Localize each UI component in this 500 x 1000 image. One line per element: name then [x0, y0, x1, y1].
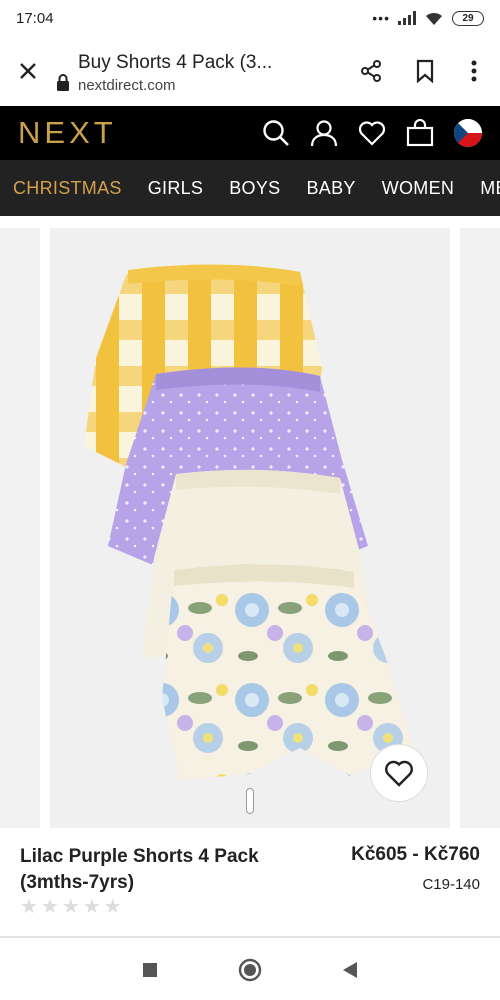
page-domain: nextdirect.com: [78, 77, 176, 94]
divider: [0, 936, 500, 938]
account-icon[interactable]: [310, 119, 338, 147]
bookmark-icon: [416, 59, 434, 83]
search-icon[interactable]: [262, 119, 290, 147]
product-image[interactable]: [50, 228, 450, 828]
heart-icon: [385, 760, 413, 787]
share-button[interactable]: [346, 43, 396, 99]
next-image-card[interactable]: [460, 228, 500, 828]
back-icon[interactable]: [342, 961, 358, 979]
nav-item-christmas[interactable]: CHRISTMAS: [0, 178, 135, 199]
product-price: Kč605 - Kč760: [351, 844, 480, 865]
site-header: NEXT: [0, 106, 500, 160]
previous-image-card[interactable]: [0, 228, 40, 828]
rating-stars: ★ ★ ★ ★ ★: [20, 894, 122, 919]
close-icon: [20, 63, 36, 79]
czech-flag-icon[interactable]: [454, 119, 482, 147]
star-icon: ★: [61, 896, 80, 918]
status-icons: ••• 29: [372, 10, 484, 26]
wifi-icon: [426, 12, 442, 25]
star-icon: ★: [82, 896, 101, 918]
star-icon: ★: [20, 896, 38, 918]
home-icon[interactable]: [238, 958, 262, 982]
close-tab-button[interactable]: [0, 43, 56, 99]
browser-toolbar: Buy Shorts 4 Pack (3... nextdirect.com: [0, 36, 500, 106]
category-nav: CHRISTMAS GIRLS BOYS BABY WOMEN MEN: [0, 160, 500, 216]
add-to-favourites-button[interactable]: [370, 744, 428, 802]
system-navigation-bar: [0, 940, 500, 1000]
favourites-icon[interactable]: [358, 120, 386, 146]
product-code: C19-140: [422, 876, 480, 893]
more-dots-icon: •••: [372, 10, 390, 26]
product-info: Lilac Purple Shorts 4 Pack (3mths-7yrs) …: [0, 840, 500, 930]
status-time: 17:04: [16, 9, 54, 27]
shorts-illustration: [84, 264, 414, 780]
star-icon: ★: [103, 896, 122, 918]
product-name[interactable]: Lilac Purple Shorts 4 Pack (3mths-7yrs): [20, 844, 310, 896]
battery-icon: 29: [452, 10, 484, 26]
nav-item-boys[interactable]: BOYS: [216, 178, 293, 199]
bookmark-button[interactable]: [400, 43, 450, 99]
lock-icon: [57, 74, 69, 91]
nav-item-baby[interactable]: BABY: [293, 178, 368, 199]
signal-icon: [398, 11, 416, 25]
next-logo[interactable]: NEXT: [18, 115, 117, 151]
more-vert-icon: [471, 60, 477, 82]
status-bar: 17:04 ••• 29: [0, 0, 500, 36]
product-gallery[interactable]: [0, 228, 500, 828]
url-area[interactable]: Buy Shorts 4 Pack (3... nextdirect.com: [56, 48, 346, 94]
bag-icon[interactable]: [406, 119, 434, 147]
page-title: Buy Shorts 4 Pack (3...: [78, 52, 273, 73]
menu-button[interactable]: [454, 43, 494, 99]
share-icon: [361, 60, 381, 82]
nav-item-men[interactable]: MEN: [467, 178, 500, 199]
star-icon: ★: [40, 896, 59, 918]
recent-apps-icon[interactable]: [142, 962, 158, 978]
nav-item-girls[interactable]: GIRLS: [135, 178, 217, 199]
carousel-indicator: [246, 788, 254, 814]
nav-item-women[interactable]: WOMEN: [369, 178, 468, 199]
